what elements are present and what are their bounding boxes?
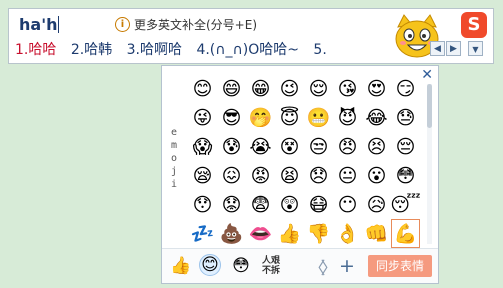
pinyin-text: ha'h <box>19 15 58 34</box>
expand-menu-button[interactable]: ▼ <box>468 41 483 56</box>
thumbs-down-icon[interactable]: 👎 <box>304 219 333 248</box>
sleeping-icon[interactable]: 😴 <box>390 190 420 219</box>
flushed-icon[interactable]: 😳 <box>391 161 420 190</box>
emoji-grid: 😊 😄 😁 😉 😌 😘 😍 😏 😜 😎 🤭 😇 😬 😈 😂 😓 😱 😰 😭 😵 😒 😠 😣 😔 😪 😖 😡 😫 😞 😐 😮 😳 😯 😟 😨 😲 😷 😶 😥 😴… <box>188 74 421 248</box>
halo-icon[interactable]: 😇 <box>275 103 304 132</box>
flexed-biceps-icon[interactable]: 💪 <box>391 219 420 248</box>
candidate-list: 1.哈哈 2.哈韩 3.哈啊哈 4.(∩_∩)O哈哈~ 5. <box>15 39 337 59</box>
sogou-logo-icon[interactable]: S <box>461 12 487 38</box>
add-emoji-button[interactable]: + <box>338 254 356 278</box>
wink-icon[interactable]: 😉 <box>275 74 304 103</box>
sunglasses-icon[interactable]: 😎 <box>217 103 246 132</box>
close-icon[interactable]: ✕ <box>421 67 433 83</box>
sleepy-icon[interactable]: 😪 <box>188 161 217 190</box>
grimace-icon[interactable]: 😬 <box>304 103 333 132</box>
poop-icon[interactable]: 💩 <box>217 219 246 248</box>
candidate-4[interactable]: 4.(∩_∩)O哈哈~ <box>196 42 299 58</box>
dizzy-face-icon[interactable]: 😵 <box>275 132 304 161</box>
persevere-icon[interactable]: 😣 <box>362 132 391 161</box>
ok-hand-icon[interactable]: 👌 <box>333 219 362 248</box>
no-mouth-icon[interactable]: 😶 <box>333 190 362 219</box>
tears-of-joy-icon[interactable]: 😂 <box>362 103 391 132</box>
pensive-icon[interactable]: 😔 <box>391 132 420 161</box>
tab-character-icon[interactable]: 😳 <box>230 254 252 278</box>
rage-icon[interactable]: 😡 <box>246 161 275 190</box>
tabs-next-icon[interactable]: 〉 <box>321 254 338 279</box>
unamused-icon[interactable]: 😒 <box>304 132 333 161</box>
heart-eyes-icon[interactable]: 😍 <box>362 74 391 103</box>
fearful-icon[interactable]: 😨 <box>246 190 275 219</box>
disappointed-icon[interactable]: 😞 <box>304 161 333 190</box>
mask-icon[interactable]: 😷 <box>304 190 333 219</box>
candidate-5[interactable]: 5. <box>313 42 326 58</box>
devil-icon[interactable]: 😈 <box>333 103 362 132</box>
sweat-icon[interactable]: 😓 <box>391 103 420 132</box>
scrollbar-thumb[interactable] <box>427 84 432 128</box>
text-caret <box>58 16 60 33</box>
crying-icon[interactable]: 😭 <box>246 132 275 161</box>
angry-icon[interactable]: 😠 <box>333 132 362 161</box>
candidate-1[interactable]: 1.哈哈 <box>15 42 56 58</box>
candidate-pager: ◀ ▶ <box>430 41 461 56</box>
relieved-icon[interactable]: 😌 <box>304 74 333 103</box>
grin-icon[interactable]: 😄 <box>217 74 246 103</box>
emoji-panel: ✕ emoji 😊 😄 😁 😉 😌 😘 😍 😏 😜 😎 🤭 😇 😬 😈 😂 😓 😱 😰 😭 😵 😒 😠 😣 😔 😪 😖 😡 😫 😞 😐 😮 😳… <box>161 65 439 284</box>
hand-over-mouth-icon[interactable]: 🤭 <box>246 103 275 132</box>
candidate-3[interactable]: 3.哈啊哈 <box>127 42 182 58</box>
ime-candidate-bar: ha'h i 更多英文补全(分号+E) S 1.哈哈 2.哈韩 3.哈啊哈 4.… <box>8 8 494 64</box>
zzz-icon[interactable]: 💤 <box>188 219 217 248</box>
panel-toolbar: 👍 😊 😳 人艰不拆 〈 〉 + 同步表情 <box>162 248 438 283</box>
prev-page-button[interactable]: ◀ <box>430 41 445 56</box>
tab-thumbs-up-icon[interactable]: 👍 <box>170 254 192 278</box>
tired-icon[interactable]: 😫 <box>275 161 304 190</box>
hushed-icon[interactable]: 😯 <box>188 190 217 219</box>
kiss-icon[interactable]: 😘 <box>333 74 362 103</box>
pinyin-composition[interactable]: ha'h <box>19 15 60 34</box>
tab-emoji-icon[interactable]: 😊 <box>199 254 221 276</box>
hint-text: 更多英文补全(分号+E) <box>134 18 258 32</box>
beam-icon[interactable]: 😁 <box>246 74 275 103</box>
worried-icon[interactable]: 😟 <box>217 190 246 219</box>
tab-text-sticker[interactable]: 人艰不拆 <box>260 254 282 278</box>
anxious-icon[interactable]: 😰 <box>217 132 246 161</box>
smile-icon[interactable]: 😊 <box>188 74 217 103</box>
astonished-icon[interactable]: 😲 <box>275 190 304 219</box>
smirk-icon[interactable]: 😏 <box>391 74 420 103</box>
sync-emoji-button[interactable]: 同步表情 <box>368 255 432 277</box>
open-mouth-icon[interactable]: 😮 <box>362 161 391 190</box>
category-label: emoji <box>170 127 178 190</box>
thumbs-up-icon[interactable]: 👍 <box>275 219 304 248</box>
lips-icon[interactable]: 👄 <box>246 219 275 248</box>
info-icon: i <box>115 17 130 32</box>
next-page-button[interactable]: ▶ <box>446 41 461 56</box>
sad-relieved-icon[interactable]: 😥 <box>362 190 391 219</box>
english-completion-hint[interactable]: i 更多英文补全(分号+E) <box>115 16 257 33</box>
candidate-2[interactable]: 2.哈韩 <box>71 42 112 58</box>
scream-icon[interactable]: 😱 <box>188 132 217 161</box>
neutral-icon[interactable]: 😐 <box>333 161 362 190</box>
confounded-icon[interactable]: 😖 <box>217 161 246 190</box>
tongue-wink-icon[interactable]: 😜 <box>188 103 217 132</box>
fist-icon[interactable]: 👊 <box>362 219 391 248</box>
